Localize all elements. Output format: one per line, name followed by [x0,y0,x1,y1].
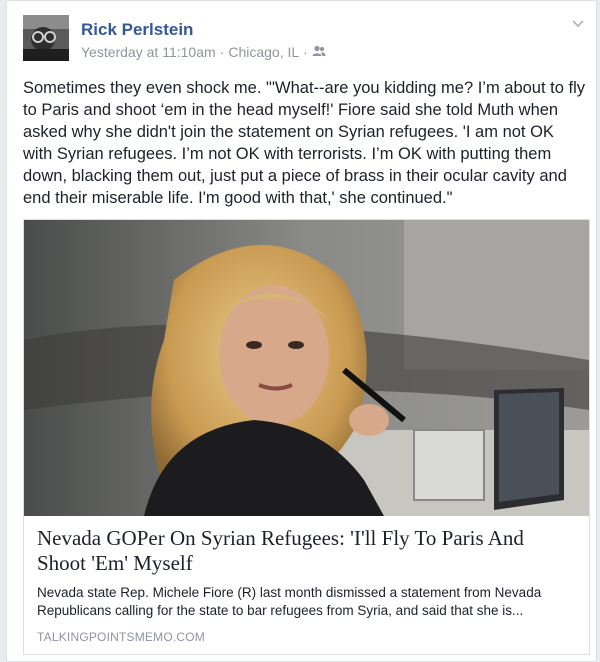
chevron-down-icon[interactable] [570,15,586,31]
post-text: Sometimes they even shock me. "'What--ar… [23,79,585,207]
link-image[interactable] [24,220,589,516]
meta-separator: · [219,44,225,60]
meta-separator: · [303,44,308,60]
post-location[interactable]: Chicago, IL [228,44,299,60]
link-description: Nevada state Rep. Michele Fiore (R) last… [37,585,542,618]
link-domain: TALKINGPOINTSMEMO.COM [37,630,205,644]
post-meta: Yesterday at 11:10am · Chicago, IL · [81,44,326,60]
avatar[interactable] [23,15,69,61]
friends-icon[interactable] [312,44,326,60]
author-name[interactable]: Rick Perlstein [81,20,193,40]
post-timestamp[interactable]: Yesterday at 11:10am [81,44,216,60]
feed-post: Rick Perlstein Yesterday at 11:10am · Ch… [6,0,597,662]
link-title[interactable]: Nevada GOPer On Syrian Refugees: 'I'll F… [37,526,577,576]
link-card[interactable]: Nevada GOPer On Syrian Refugees: 'I'll F… [23,219,590,655]
